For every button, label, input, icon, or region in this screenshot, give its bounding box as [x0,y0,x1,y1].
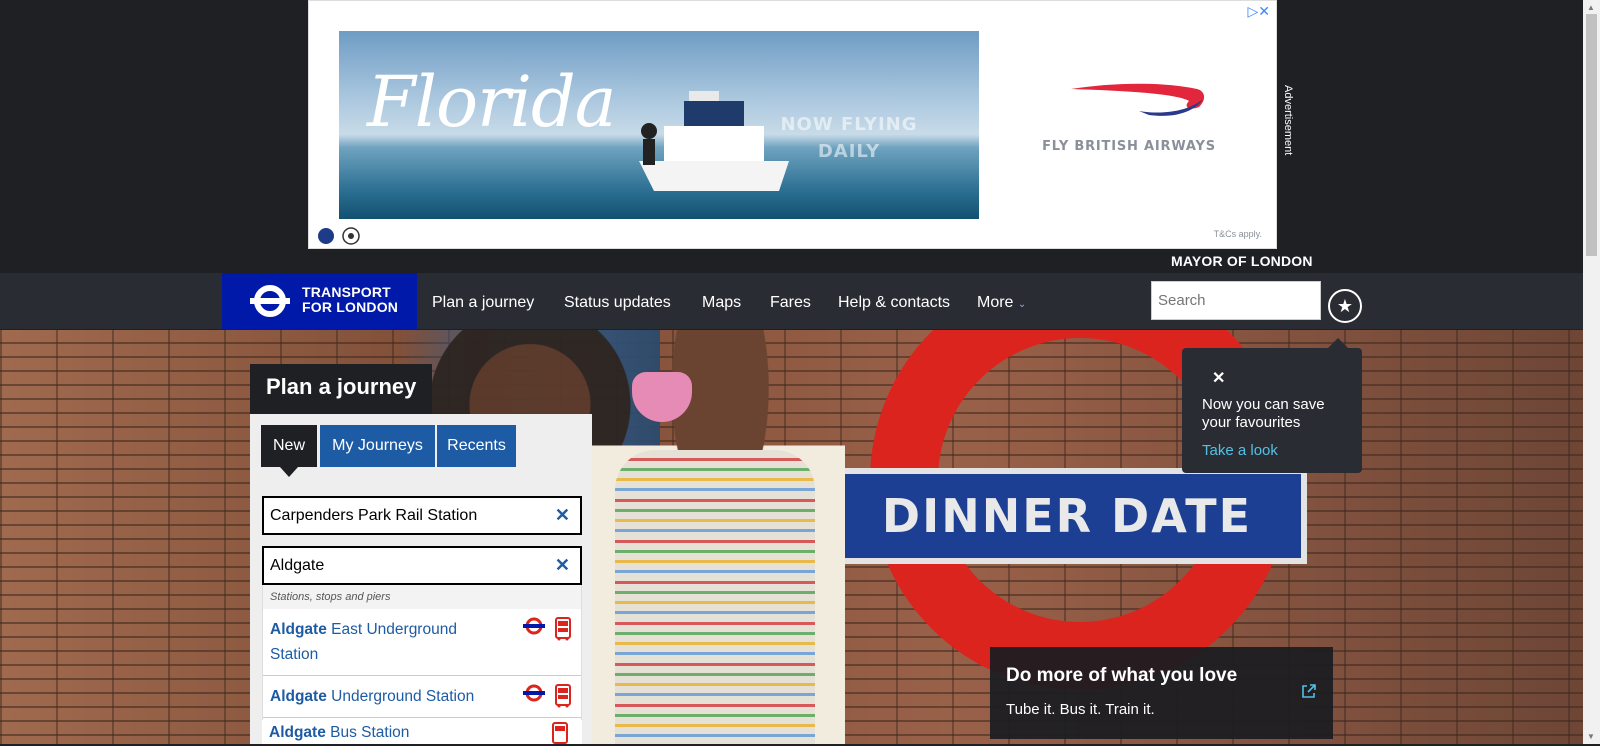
nav-help-contacts[interactable]: Help & contacts [838,294,950,312]
ad-image[interactable]: Florida NOW FLYING DAILY [339,31,979,219]
tube-icon [523,617,545,635]
bus-icon [552,722,568,744]
tube-icon [523,684,545,702]
ad-tagline-line2: DAILY [817,141,881,162]
match-text: Aldgate [270,621,327,638]
match-text: Aldgate [270,688,327,705]
ad-close-icon[interactable]: ▷✕ [1248,3,1271,20]
tab-my-journeys[interactable]: My Journeys [320,425,435,467]
promo-box[interactable]: Do more of what you love Tube it. Bus it… [990,647,1333,739]
favourites-star-icon[interactable]: ★ [1328,289,1362,323]
tfl-roundel-icon [250,285,290,317]
dropdown-category: Stations, stops and piers [263,585,581,609]
external-link-icon [1302,684,1316,698]
tab-new[interactable]: New [261,425,317,477]
search-input[interactable] [1151,281,1321,320]
scroll-down-icon[interactable]: ▼ [1587,732,1595,741]
logo-line2: FOR LONDON [302,299,399,315]
roundel-sign-bar: DINNER DATE [827,468,1307,564]
result-text: Underground Station [326,688,475,705]
promo-subtitle: Tube it. Bus it. Train it. [1006,701,1155,718]
match-text: Aldgate [269,724,326,741]
journey-planner-title: Plan a journey [250,364,433,414]
favourites-message: Now you can save your favourites [1202,396,1325,431]
nav-status-updates[interactable]: Status updates [564,294,671,312]
promo-title: Do more of what you love [1006,665,1238,686]
take-a-look-link[interactable]: Take a look [1202,442,1342,459]
mayor-of-london-label[interactable]: MAYOR OF LONDON [1171,253,1313,269]
to-value: Aldgate [270,557,325,574]
clear-from-icon[interactable]: ✕ [555,498,570,533]
nav-more[interactable]: More ⌄ [977,294,1026,312]
nav-plan-a-journey[interactable]: Plan a journey [432,294,534,312]
striped-top [615,450,815,744]
result-text: Bus Station [325,724,410,741]
ad-tagline-line1: NOW FLYING [780,114,918,135]
tab-recents[interactable]: Recents [437,425,516,467]
nav-maps[interactable]: Maps [702,294,741,312]
ad-headline: Florida [367,61,616,143]
scroll-thumb[interactable] [1586,14,1597,256]
ad-brand-icons [317,226,361,251]
list-item[interactable]: Aldgate East Underground Station [263,609,581,676]
page-scrollbar[interactable]: ▲ ▼ [1583,0,1600,744]
chevron-down-icon: ⌄ [1017,299,1027,310]
ad-terms: T&Cs apply. [1213,229,1262,239]
to-field[interactable]: Aldgate ✕ [262,546,582,585]
nav-more-label: More [977,294,1014,311]
close-icon[interactable]: ✕ [1212,368,1225,388]
ad-side-label: Advertisement [1282,85,1294,156]
tfl-logo-text: TRANSPORT FOR LONDON [302,285,398,315]
ad-brand-cta[interactable]: FLY BRITISH AIRWAYS [1039,139,1219,154]
tfl-logo-link[interactable]: TRANSPORT FOR LONDON [222,273,417,329]
from-value: Carpenders Park Rail Station [270,507,478,524]
list-item[interactable]: Aldgate Bus Station [262,720,582,744]
bus-icon [555,617,571,641]
from-field[interactable]: Carpenders Park Rail Station ✕ [262,496,582,535]
favourites-popup: ✕ Now you can save your favourites Take … [1182,338,1362,473]
british-airways-logo [1071,83,1205,116]
logo-line1: TRANSPORT [302,284,391,300]
clear-to-icon[interactable]: ✕ [555,548,570,583]
list-item[interactable]: Aldgate Underground Station [263,676,581,718]
scroll-up-icon[interactable]: ▲ [1587,3,1595,12]
sign-text: DINNER DATE [881,489,1253,543]
ad-tagline: NOW FLYING DAILY [759,111,939,165]
advertisement-banner[interactable]: Florida NOW FLYING DAILY FLY BRITISH AIR… [308,0,1277,249]
bus-icon [555,684,571,708]
nav-fares[interactable]: Fares [770,294,811,312]
